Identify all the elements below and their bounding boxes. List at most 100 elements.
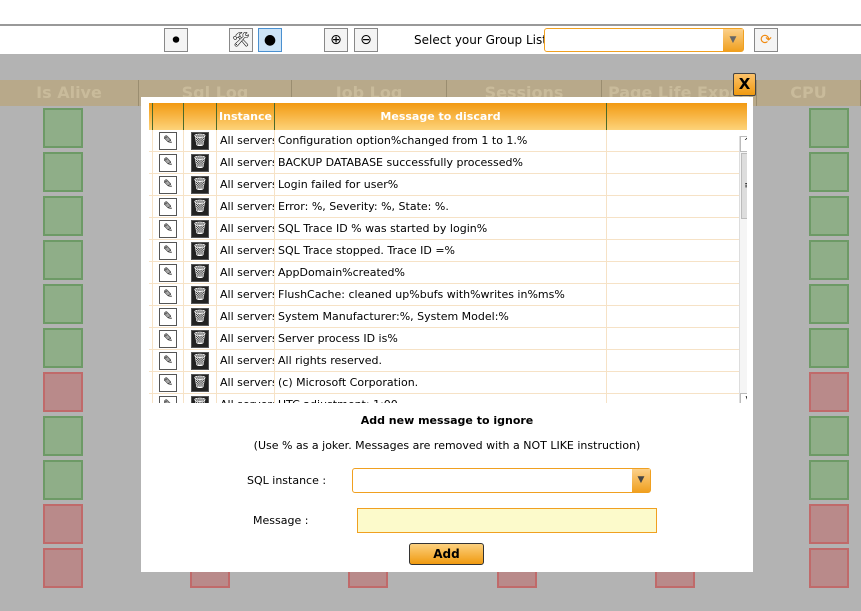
status-tile-ok[interactable] [809,328,849,368]
pencil-icon[interactable]: ✎ [159,329,177,348]
edit-cell: ✎ [153,372,184,393]
status-tile-ok[interactable] [809,196,849,236]
table-row[interactable]: ✎ 🗑 All servers System Manufacturer:%, Syst… [149,306,747,328]
stop-icon[interactable]: ⏺ [164,28,188,52]
status-tile-ok[interactable] [43,328,83,368]
status-tile-ok[interactable] [43,416,83,456]
table-row[interactable]: ✎ 🗑 All serversUTC adjustment: 1:00 [149,394,747,403]
table-row[interactable]: ✎ 🗑 All servers All rights reserved. [149,350,747,372]
group-list-label: Select your Group List [414,33,547,47]
message-input[interactable] [357,508,657,533]
vertical-scrollbar[interactable]: ^ ≡ v [739,136,747,403]
pencil-icon[interactable]: ✎ [159,351,177,370]
trash-icon[interactable]: 🗑 [191,263,209,282]
sql-instance-select[interactable]: ▼ [352,468,651,493]
table-row[interactable]: ✎ 🗑 All servers SQL Trace ID % was started … [149,218,747,240]
tools-icon[interactable]: 🛠 [229,28,253,52]
status-tile-error[interactable] [43,372,83,412]
status-tile-ok[interactable] [809,108,849,148]
pencil-icon[interactable]: ✎ [159,395,177,403]
delete-cell: 🗑 [184,328,217,349]
trash-icon[interactable]: 🗑 [191,395,209,403]
table-row[interactable]: ✎ 🗑 All servers Error: %, Severity: %, Stat… [149,196,747,218]
status-tile-error[interactable] [43,548,83,588]
trash-icon[interactable]: 🗑 [191,307,209,326]
status-tile-error[interactable] [809,548,849,588]
pencil-icon[interactable]: ✎ [159,219,177,238]
delete-cell: 🗑 [184,152,217,173]
status-tile-ok[interactable] [809,284,849,324]
table-row[interactable]: ✎ 🗑 All servers SQL Trace stopped. Trace ID… [149,240,747,262]
delete-cell: 🗑 [184,306,217,327]
refresh-icon[interactable]: ⟳ [754,28,778,52]
delete-cell: 🗑 [184,218,217,239]
trash-icon[interactable]: 🗑 [191,197,209,216]
status-tile-ok[interactable] [43,460,83,500]
trash-icon[interactable]: 🗑 [191,175,209,194]
trash-icon[interactable]: 🗑 [191,241,209,260]
trash-icon[interactable]: 🗑 [191,153,209,172]
status-tile-error[interactable] [43,504,83,544]
pencil-icon[interactable]: ✎ [159,131,177,150]
header-edit [153,103,184,130]
trash-icon[interactable]: 🗑 [191,329,209,348]
hint-text: (Use % as a joker. Messages are removed … [253,439,641,452]
delete-cell: 🗑 [184,262,217,283]
instance-cell: All servers [217,130,275,151]
scroll-up-icon[interactable]: ^ [740,136,747,152]
chevron-down-icon[interactable]: ▼ [632,469,650,492]
trash-icon[interactable]: 🗑 [191,285,209,304]
status-tile-ok[interactable] [809,240,849,280]
pencil-icon[interactable]: ✎ [159,285,177,304]
message-cell: SQL Trace stopped. Trace ID =% [275,240,607,261]
group-list-select[interactable]: ▼ [544,28,744,52]
column-header[interactable]: CPU [757,80,861,106]
column-header[interactable]: Is Alive [0,80,139,106]
status-tile-ok[interactable] [43,152,83,192]
status-tile-ok[interactable] [809,416,849,456]
header-message[interactable]: Message to discard [275,103,607,130]
pencil-icon[interactable]: ✎ [159,373,177,392]
pencil-icon[interactable]: ✎ [159,307,177,326]
trash-icon[interactable]: 🗑 [191,219,209,238]
status-tile-ok[interactable] [43,196,83,236]
chevron-down-icon[interactable]: ▼ [723,29,743,51]
table-row[interactable]: ✎ 🗑 All servers AppDomain%created% [149,262,747,284]
zoom-out-icon[interactable]: ⊖ [354,28,378,52]
message-cell: FlushCache: cleaned up%bufs with%writes … [275,284,607,305]
trash-icon[interactable]: 🗑 [191,351,209,370]
scroll-down-icon[interactable]: v [740,393,747,403]
pencil-icon[interactable]: ✎ [159,241,177,260]
table-row[interactable]: ✎ 🗑 All servers Server process ID is% [149,328,747,350]
table-row[interactable]: ✎ 🗑 All servers BACKUP DATABASE successfull… [149,152,747,174]
status-tile-ok[interactable] [43,284,83,324]
table-row[interactable]: ✎ 🗑 All servers Configuration option%change… [149,130,747,152]
zoom-in-icon[interactable]: ⊕ [324,28,348,52]
delete-cell: 🗑 [184,196,217,217]
edit-cell: ✎ [153,130,184,151]
pencil-icon[interactable]: ✎ [159,263,177,282]
pencil-icon[interactable]: ✎ [159,175,177,194]
status-tile-error[interactable] [809,504,849,544]
discard-messages-dialog: Instance Message to discard ✎ 🗑 All server… [141,97,753,572]
status-tile-ok[interactable] [43,108,83,148]
pencil-icon[interactable]: ✎ [159,197,177,216]
status-tile-ok[interactable] [43,240,83,280]
pencil-icon[interactable]: ✎ [159,153,177,172]
status-tile-error[interactable] [809,372,849,412]
trash-icon[interactable]: 🗑 [191,373,209,392]
instance-cell: All servers [217,350,275,371]
ninja-icon[interactable]: ● [258,28,282,52]
add-button[interactable]: Add [409,543,484,565]
status-tile-ok[interactable] [809,152,849,192]
table-row[interactable]: ✎ 🗑 All servers (c) Microsoft Corporation. [149,372,747,394]
scroll-thumb[interactable]: ≡ [741,153,747,219]
trash-icon[interactable]: 🗑 [191,131,209,150]
close-button[interactable]: X [733,73,756,96]
status-tile-ok[interactable] [809,460,849,500]
table-row[interactable]: ✎ 🗑 All servers Login failed for user% [149,174,747,196]
message-label: Message : [253,514,309,527]
instance-cell: All servers [217,218,275,239]
table-row[interactable]: ✎ 🗑 All servers FlushCache: cleaned up%bufs… [149,284,747,306]
header-instance[interactable]: Instance [217,103,275,130]
